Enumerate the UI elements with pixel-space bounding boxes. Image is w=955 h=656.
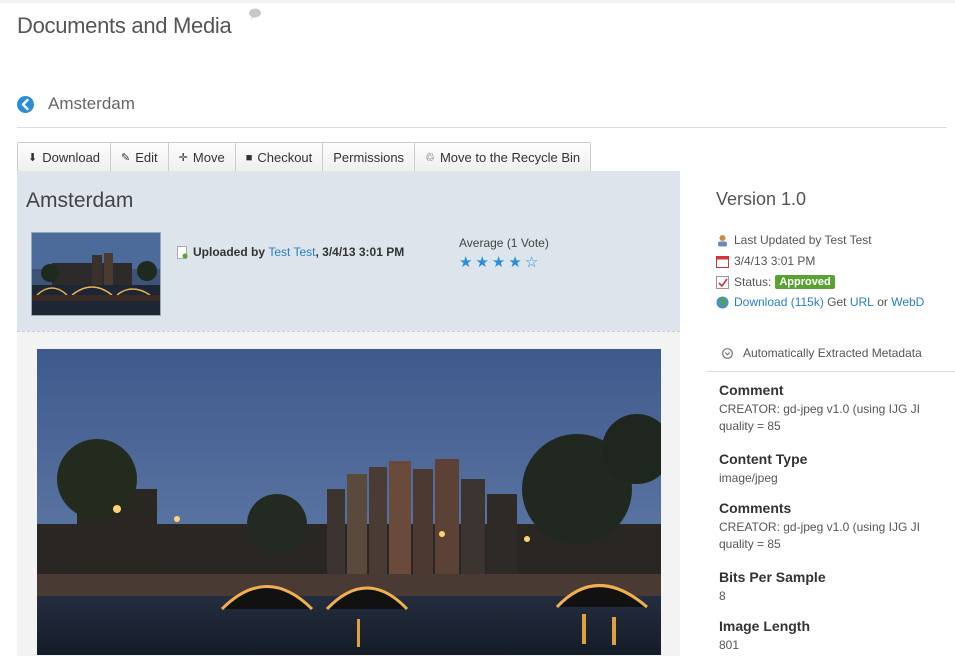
- status-label: Status:: [734, 275, 772, 289]
- top-border: [0, 0, 955, 3]
- rating-stars[interactable]: ★ ★ ★ ★ ☆: [459, 253, 539, 271]
- metadata-label: Image Length: [719, 618, 811, 634]
- metadata-label: Content Type: [719, 451, 808, 467]
- move-label: Move: [192, 150, 225, 165]
- url-link[interactable]: URL: [850, 295, 874, 309]
- last-updated-text: Last Updated by Test Test: [734, 233, 872, 247]
- recycle-bin-button[interactable]: ♲ Move to the Recycle Bin: [415, 143, 591, 172]
- move-icon: ✛: [178, 152, 188, 164]
- edit-label: Edit: [135, 150, 158, 165]
- metadata-item: Comment CREATOR: gd-jpeg v1.0 (using IJG…: [719, 382, 955, 435]
- help-icon[interactable]: [248, 8, 262, 20]
- metadata-value: 8: [719, 589, 726, 603]
- metadata-label: Comment: [719, 382, 784, 398]
- date-line: 3/4/13 3:01 PM: [716, 254, 815, 268]
- version-title: Version 1.0: [716, 189, 807, 209]
- status-line: Status: Approved: [716, 275, 835, 289]
- upload-date: , 3/4/13 3:01 PM: [315, 245, 405, 259]
- metadata-item: Content Type image/jpeg: [719, 451, 955, 487]
- user-icon: [718, 234, 727, 246]
- star-icon[interactable]: ★: [459, 253, 473, 271]
- download-icon: ⬇: [28, 152, 38, 164]
- permissions-label: Permissions: [333, 150, 405, 165]
- chevron-circle-icon: [722, 347, 733, 359]
- star-icon[interactable]: ★: [508, 253, 522, 271]
- document-thumbnail[interactable]: [31, 232, 161, 316]
- download-label: Download: [42, 150, 101, 165]
- divider: [706, 371, 955, 372]
- document-icon: [177, 245, 188, 259]
- download-line: Download (115k) Get URL or WebD: [716, 295, 924, 309]
- permissions-button[interactable]: Permissions: [323, 143, 416, 172]
- get-text: Get: [823, 295, 850, 309]
- upload-info: Uploaded by Test Test, 3/4/13 3:01 PM: [177, 245, 404, 259]
- uploaded-by-label: Uploaded by: [193, 245, 266, 259]
- download-link[interactable]: Download (115k): [734, 295, 824, 309]
- date-text: 3/4/13 3:01 PM: [734, 254, 816, 268]
- globe-icon: [716, 296, 729, 308]
- or-text: or: [873, 295, 892, 309]
- metadata-label: Bits Per Sample: [719, 569, 826, 585]
- metadata-toggle[interactable]: Automatically Extracted Metadata: [722, 346, 922, 360]
- metadata-value: 801: [719, 638, 740, 652]
- folder-title: Amsterdam: [48, 94, 135, 113]
- webdav-link[interactable]: WebD: [891, 295, 924, 309]
- breadcrumb: Amsterdam: [17, 94, 135, 114]
- document-title: Amsterdam: [26, 189, 134, 212]
- trash-icon: ♲: [425, 152, 435, 164]
- status-badge: Approved: [775, 275, 835, 289]
- back-arrow-icon[interactable]: [17, 95, 34, 113]
- metadata-label: Comments: [719, 500, 792, 516]
- download-button[interactable]: ⬇ Download: [18, 143, 112, 172]
- star-icon[interactable]: ★: [475, 253, 489, 271]
- star-empty-icon[interactable]: ☆: [525, 253, 539, 271]
- status-icon: [716, 275, 729, 289]
- calendar-icon: [716, 255, 729, 268]
- last-updated-line: Last Updated by Test Test: [716, 233, 872, 247]
- metadata-header: Automatically Extracted Metadata: [743, 346, 922, 360]
- metadata-value: CREATOR: gd-jpeg v1.0 (using IJG JI qual…: [719, 520, 920, 551]
- checkout-label: Checkout: [257, 150, 313, 165]
- edit-button[interactable]: ✎ Edit: [111, 143, 169, 172]
- metadata-value: CREATOR: gd-jpeg v1.0 (using IJG JI qual…: [719, 402, 920, 433]
- metadata-value: image/jpeg: [719, 471, 778, 485]
- metadata-item: Bits Per Sample 8: [719, 569, 955, 605]
- lock-icon: ■: [245, 151, 253, 164]
- metadata-item: Image Length 801: [719, 618, 955, 654]
- rating-label: Average (1 Vote): [459, 236, 549, 250]
- document-toolbar: ⬇ Download ✎ Edit ✛ Move ■ Checkout Perm…: [17, 142, 592, 173]
- recycle-label: Move to the Recycle Bin: [439, 150, 581, 165]
- document-panel: Amsterdam Uploaded by Test Test, 3/4/13 …: [17, 171, 680, 656]
- pencil-icon: ✎: [121, 152, 131, 164]
- uploader-link[interactable]: Test Test: [268, 245, 315, 259]
- divider: [17, 127, 947, 128]
- checkout-button[interactable]: ■ Checkout: [235, 143, 324, 172]
- move-button[interactable]: ✛ Move: [168, 143, 236, 172]
- page-title: Documents and Media: [17, 13, 232, 38]
- star-icon[interactable]: ★: [492, 253, 506, 271]
- document-preview-image[interactable]: [37, 349, 661, 655]
- metadata-item: Comments CREATOR: gd-jpeg v1.0 (using IJ…: [719, 500, 955, 553]
